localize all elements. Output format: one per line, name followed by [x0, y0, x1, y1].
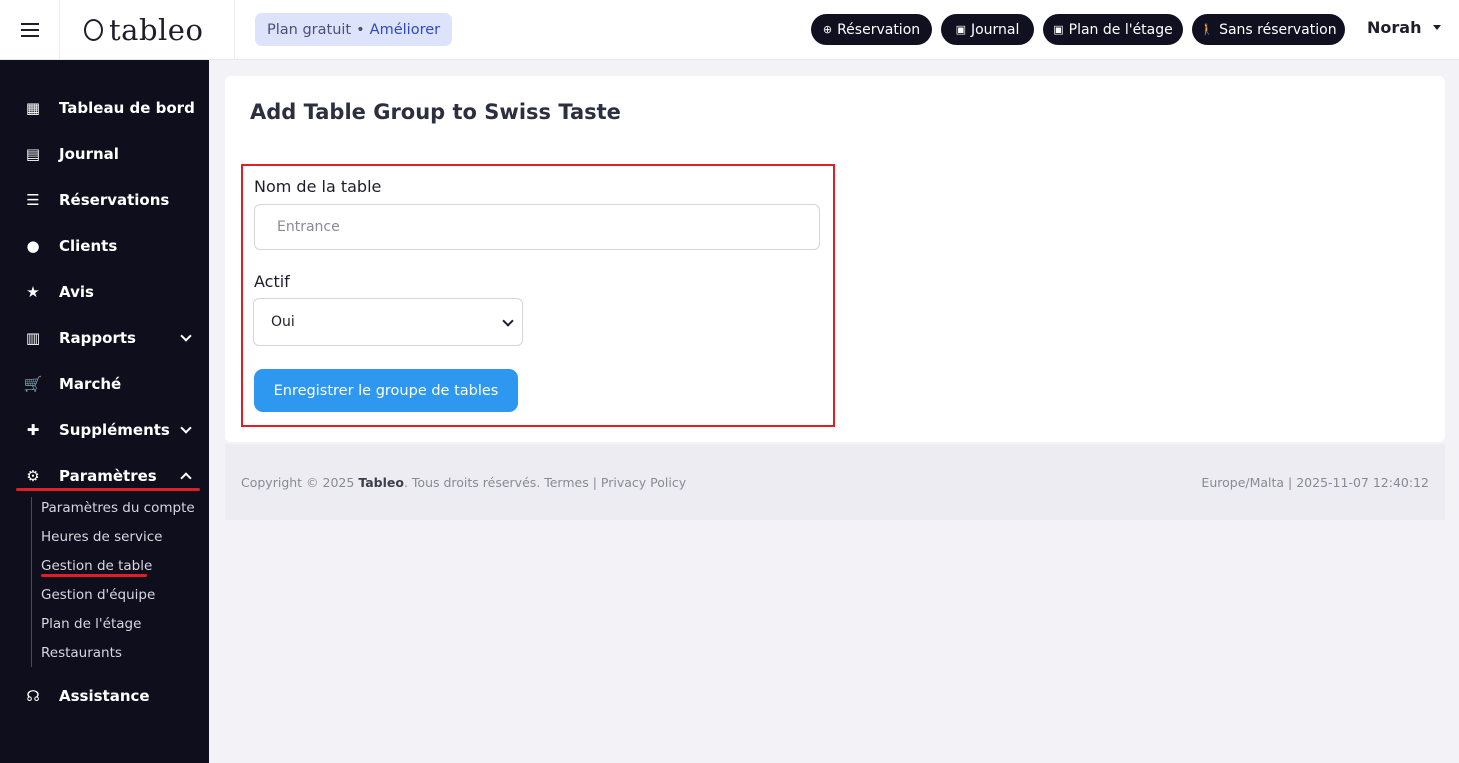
- cart-icon: 🛒: [23, 375, 43, 393]
- sidebar-item-label: Journal: [59, 145, 119, 163]
- chevron-down-icon: [502, 315, 514, 327]
- journal-label: Journal: [970, 21, 1020, 38]
- sidebar-item-label: Suppléments: [59, 421, 170, 439]
- sidebar-item-dashboard[interactable]: ▦ Tableau de bord: [0, 90, 209, 126]
- sidebar-item-label: Réservations: [59, 191, 170, 209]
- footer-divider: |: [588, 475, 601, 490]
- footer-timezone: Europe/Malta | 2025-11-07 12:40:12: [1201, 475, 1429, 490]
- form-card: Add Table Group to Swiss Taste Nom de la…: [225, 76, 1445, 442]
- sidebar-item-label: Paramètres: [59, 467, 157, 485]
- floor-plan-button[interactable]: ▣ Plan de l'étage: [1043, 14, 1183, 45]
- sidebar-item-support[interactable]: ☊ Assistance: [0, 678, 209, 714]
- puzzle-icon: ✚: [26, 421, 40, 439]
- new-reservation-button[interactable]: ⊕ Réservation: [811, 14, 932, 45]
- divider: [234, 0, 235, 60]
- sidebar-item-addons[interactable]: ✚ Suppléments: [0, 412, 209, 448]
- logo-ring-icon: [84, 19, 103, 41]
- user-menu[interactable]: Norah: [1367, 18, 1442, 37]
- footer-copyright: Copyright © 2025 Tableo. Tous droits rés…: [241, 475, 686, 490]
- user-name: Norah: [1367, 18, 1422, 37]
- user-icon: ●: [26, 237, 40, 255]
- sidebar-item-label: Tableau de bord: [59, 99, 195, 117]
- active-label: Actif: [254, 272, 290, 291]
- active-select-value: Oui: [271, 314, 295, 330]
- footer-brand: Tableo: [358, 475, 404, 490]
- upgrade-link[interactable]: Améliorer: [370, 22, 440, 38]
- rights-text: . Tous droits réservés.: [403, 475, 545, 490]
- sidebar-item-label: Assistance: [59, 687, 150, 705]
- calendar-icon: ▣: [1053, 23, 1064, 36]
- save-table-group-button[interactable]: Enregistrer le groupe de tables: [254, 369, 518, 412]
- tableo-logo[interactable]: tableo: [84, 10, 203, 50]
- plus-circle-icon: ⊕: [822, 23, 833, 36]
- table-name-label: Nom de la table: [254, 177, 382, 196]
- chevron-down-icon: [180, 330, 192, 342]
- submenu-item-service-hours[interactable]: Heures de service: [41, 529, 162, 545]
- submenu-item-team-management[interactable]: Gestion d'équipe: [41, 587, 155, 603]
- plan-separator: •: [356, 21, 365, 38]
- sidebar-item-journal[interactable]: ▤ Journal: [0, 136, 209, 172]
- sidebar-item-label: Avis: [59, 283, 94, 301]
- table-name-input[interactable]: [254, 204, 820, 250]
- sidebar-item-market[interactable]: 🛒 Marché: [0, 366, 209, 402]
- sidebar-item-reports[interactable]: ▥ Rapports: [0, 320, 209, 356]
- floor-plan-label: Plan de l'étage: [1068, 21, 1173, 38]
- sidebar-item-reviews[interactable]: ★ Avis: [0, 274, 209, 310]
- sidebar: ▦ Tableau de bord ▤ Journal ☰ Réservatio…: [0, 60, 209, 763]
- page-title: Add Table Group to Swiss Taste: [250, 100, 621, 124]
- terms-link[interactable]: Termes: [544, 475, 589, 490]
- plan-label: Plan gratuit: [267, 21, 352, 38]
- journal-button[interactable]: ▣ Journal: [941, 14, 1034, 45]
- sidebar-item-label: Clients: [59, 237, 118, 255]
- submenu-line: [31, 497, 32, 667]
- sidebar-item-reservations[interactable]: ☰ Réservations: [0, 182, 209, 218]
- active-underline: [16, 488, 200, 491]
- footer: Copyright © 2025 Tableo. Tous droits rés…: [225, 444, 1445, 520]
- sidebar-item-label: Rapports: [59, 329, 136, 347]
- hamburger-menu-icon[interactable]: [0, 0, 60, 60]
- submenu-item-table-management[interactable]: Gestion de table: [41, 558, 152, 574]
- caret-down-icon: [1433, 25, 1442, 30]
- active-underline: [41, 574, 147, 577]
- book-icon: ▤: [25, 145, 41, 163]
- top-bar: tableo Plan gratuit • Améliorer ⊕ Réserv…: [0, 0, 1459, 60]
- star-icon: ★: [26, 283, 40, 301]
- walk-in-label: Sans réservation: [1219, 21, 1337, 38]
- submenu-item-restaurants[interactable]: Restaurants: [41, 645, 122, 661]
- plan-badge[interactable]: Plan gratuit • Améliorer: [255, 13, 453, 46]
- chart-icon: ▥: [25, 329, 41, 347]
- walking-person-icon: 🚶: [1200, 23, 1215, 36]
- logo-text: tableo: [109, 13, 204, 47]
- chevron-down-icon: [180, 422, 192, 434]
- new-reservation-label: Réservation: [837, 21, 921, 38]
- submenu-item-floor-plan[interactable]: Plan de l'étage: [41, 616, 141, 632]
- sidebar-item-label: Marché: [59, 375, 122, 393]
- active-select[interactable]: Oui: [253, 298, 523, 346]
- submenu-item-account-settings[interactable]: Paramètres du compte: [41, 500, 195, 516]
- calendar-icon: ▣: [955, 23, 966, 36]
- walk-in-button[interactable]: 🚶 Sans réservation: [1192, 14, 1345, 45]
- copyright-text: Copyright © 2025: [241, 475, 359, 490]
- chevron-up-icon: [180, 472, 192, 484]
- dashboard-icon: ▦: [25, 99, 41, 117]
- list-icon: ☰: [26, 191, 40, 209]
- sidebar-item-clients[interactable]: ● Clients: [0, 228, 209, 264]
- gear-icon: ⚙: [26, 467, 40, 485]
- privacy-link[interactable]: Privacy Policy: [601, 475, 686, 490]
- headset-icon: ☊: [26, 687, 40, 705]
